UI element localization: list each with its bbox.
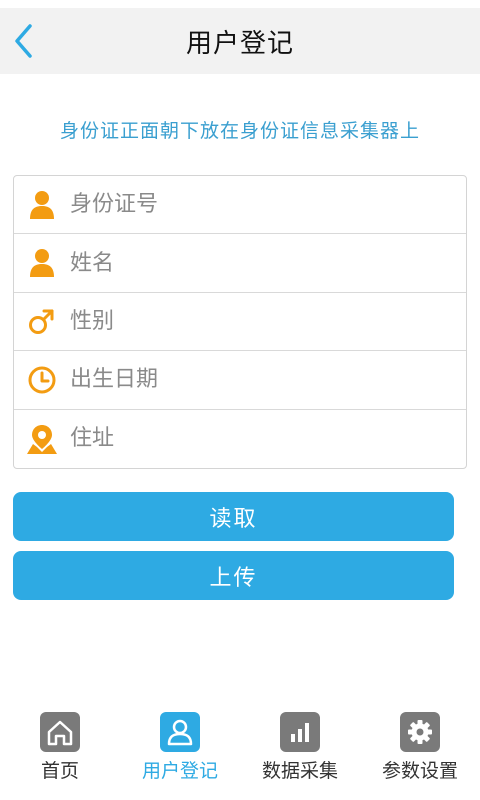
user-icon (14, 234, 70, 291)
user-icon (160, 712, 200, 752)
instruction-text: 身份证正面朝下放在身份证信息采集器上 (59, 120, 420, 142)
tab-data-collection[interactable]: 数据采集 (240, 705, 360, 800)
bar-chart-icon (280, 712, 320, 752)
birthdate-input[interactable] (70, 351, 466, 409)
page-title: 用户登记 (185, 28, 294, 59)
address-field-row (14, 409, 466, 468)
tab-data-collection-label: 数据采集 (261, 760, 338, 782)
tab-home-label: 首页 (40, 760, 79, 782)
location-pin-icon (14, 410, 70, 468)
name-input[interactable] (70, 234, 466, 292)
status-strip (0, 0, 480, 8)
gender-input[interactable] (70, 292, 466, 351)
gender-field-row (14, 292, 466, 352)
user-icon (14, 176, 70, 233)
clock-icon (14, 351, 70, 408)
id-number-input[interactable] (70, 176, 466, 234)
app-header: 用户登记 (0, 8, 480, 74)
upload-button[interactable]: 上传 (13, 551, 454, 600)
birthdate-field-row (14, 351, 466, 410)
id-info-form (13, 175, 467, 469)
tab-settings[interactable]: 参数设置 (360, 705, 480, 800)
home-icon (40, 712, 80, 752)
tab-user-register[interactable]: 用户登记 (120, 705, 240, 800)
tab-home[interactable]: 首页 (0, 705, 120, 800)
tab-settings-label: 参数设置 (381, 760, 458, 782)
tab-user-register-label: 用户登记 (141, 760, 218, 782)
gear-icon (400, 712, 440, 752)
back-button[interactable] (0, 8, 48, 74)
name-field-row (14, 234, 466, 293)
read-button[interactable]: 读取 (13, 492, 454, 541)
bottom-tab-bar: 首页 用户登记 数据采集 参数设置 (0, 705, 480, 800)
id-number-field-row (14, 176, 466, 235)
chevron-left-icon (15, 24, 32, 58)
male-symbol-icon (14, 293, 70, 350)
address-input[interactable] (70, 409, 466, 468)
